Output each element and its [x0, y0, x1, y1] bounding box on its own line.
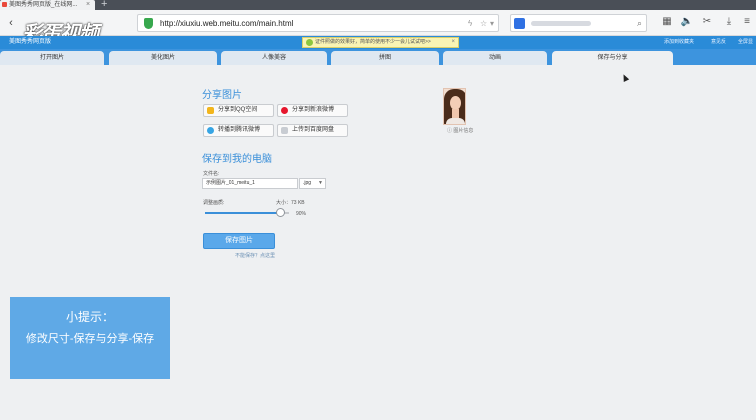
tip-body: 修改尺寸-保存与分享-保存 [25, 333, 155, 345]
share-title: 分享图片 [202, 90, 242, 101]
notice-banner[interactable]: 证件照做的效果好，简单的使用不少一会儿试试吧>> × [302, 37, 459, 48]
baidu-pan-icon [281, 127, 288, 134]
format-select[interactable]: .jpg ▼ [299, 178, 326, 189]
tab-portrait[interactable]: 人像美容 [221, 51, 327, 65]
scissors-icon[interactable]: ✂ [700, 15, 714, 29]
new-tab-button[interactable]: + [101, 0, 107, 10]
bolt-icon[interactable]: ϟ [468, 15, 472, 32]
favorite-star-icon[interactable]: ☆ [480, 15, 487, 32]
help-link[interactable]: 不能保存？点这里 [235, 252, 275, 259]
tab-beautify[interactable]: 美化图片 [109, 51, 217, 65]
speaker-icon[interactable]: 🔈 [680, 15, 694, 29]
share-tencent-weibo-button[interactable]: 转播到腾讯微博 [203, 124, 274, 137]
feedback-link[interactable]: 意见反 [711, 36, 726, 49]
page-top-bar: 美图秀秀网页版 证件照做的效果好，简单的使用不少一会儿试试吧>> × 添加到收藏… [0, 36, 756, 49]
browser-tab[interactable]: 美图秀秀网页版_在线网... × [0, 0, 95, 10]
preview-face [450, 96, 461, 110]
menu-icon[interactable]: ≡ [740, 15, 754, 29]
search-query-blurred [531, 21, 591, 26]
fullscreen-link[interactable]: 全屏显 [738, 36, 753, 49]
notice-icon [306, 39, 313, 46]
tab-open-image[interactable]: 打开图片 [0, 51, 104, 65]
upload-baidu-label: 上传到百度网盘 [292, 127, 335, 133]
tip-title: 小提示： [65, 310, 114, 324]
url-bar[interactable]: http://xiuxiu.web.meitu.com/main.html ϟ … [137, 14, 499, 32]
quality-label: 调整画质: [203, 200, 225, 206]
image-info-link[interactable]: ⓘ 图片信息 [447, 127, 473, 134]
preview-shirt [446, 118, 465, 124]
share-sina-label: 分享到新浪微博 [292, 107, 335, 113]
quality-slider-fill [205, 212, 281, 214]
browser-toolbar: ‹ http://xiuxiu.web.meitu.com/main.html … [0, 10, 756, 36]
save-image-button[interactable]: 保存图片 [203, 233, 275, 249]
url-dropdown-icon[interactable]: ▾ [490, 15, 494, 32]
filename-label: 文件名: [203, 171, 220, 177]
tab-close-icon[interactable]: × [86, 0, 90, 10]
sina-weibo-icon [281, 107, 288, 114]
search-icon[interactable]: ⌕ [637, 15, 642, 32]
share-sina-weibo-button[interactable]: 分享到新浪微博 [277, 104, 348, 117]
quality-slider-handle[interactable] [275, 208, 285, 217]
notice-text[interactable]: 证件照做的效果好，简单的使用不少一会儿试试吧>> [315, 39, 431, 45]
share-qzone-button[interactable]: 分享到QQ空间 [203, 104, 274, 117]
back-button[interactable]: ‹ [3, 14, 19, 32]
tab-animation[interactable]: 动画 [443, 51, 547, 65]
grid-apps-icon[interactable]: ▦ [660, 15, 674, 29]
search-box[interactable]: ⌕ [510, 14, 647, 32]
tab-save-share[interactable]: 保存与分享 [552, 51, 673, 65]
notice-close-icon[interactable]: × [451, 38, 455, 47]
upload-baidu-pan-button[interactable]: 上传到百度网盘 [277, 124, 348, 137]
browser-tab-strip: 美图秀秀网页版_在线网... × + [0, 0, 756, 10]
share-tencent-label: 转播到腾讯微博 [218, 127, 261, 133]
tab-collage[interactable]: 拼图 [331, 51, 439, 65]
image-preview [443, 88, 466, 125]
save-title: 保存到我的电脑 [202, 154, 272, 165]
mouse-cursor-icon [620, 73, 630, 82]
format-value: .jpg [303, 180, 312, 186]
filename-input[interactable]: 示例图片_01_meitu_1 [202, 178, 298, 189]
url-text[interactable]: http://xiuxiu.web.meitu.com/main.html [160, 15, 293, 32]
image-info-label: 图片信息 [453, 128, 474, 134]
download-icon[interactable]: ⤓ [722, 15, 736, 29]
search-engine-icon[interactable] [514, 18, 525, 29]
file-size-text: 大小：73 KB [276, 200, 305, 206]
quality-value: 90% [296, 211, 307, 217]
tool-tabs: 打开图片 美化图片 人像美容 拼图 动画 保存与分享 [0, 49, 756, 65]
security-shield-icon [144, 18, 153, 29]
qzone-icon [207, 107, 214, 114]
share-qzone-label: 分享到QQ空间 [218, 107, 258, 113]
add-favorite-link[interactable]: 添加到收藏夹 [664, 36, 694, 49]
chevron-down-icon: ▼ [318, 180, 323, 186]
browser-tab-title: 美图秀秀网页版_在线网... [9, 2, 78, 8]
site-favicon-icon [2, 2, 7, 7]
tip-box: 小提示： 修改尺寸-保存与分享-保存 [10, 297, 170, 379]
bookmark-item[interactable]: 美图秀秀网页版 [9, 36, 51, 49]
tencent-weibo-icon [207, 127, 214, 134]
